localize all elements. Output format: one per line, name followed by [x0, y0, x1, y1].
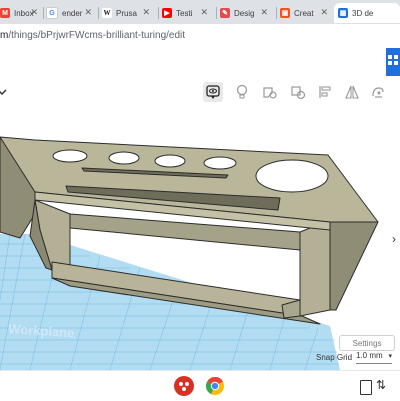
close-icon[interactable]: ✕: [84, 7, 92, 18]
design-toolbar: [0, 78, 400, 108]
lightbulb-icon[interactable]: [232, 82, 252, 102]
tab-testi[interactable]: ▶ Testi ✕: [162, 3, 212, 23]
tab-prusa[interactable]: W Prusa ✕: [102, 3, 154, 23]
tab-label: Creat: [294, 8, 314, 18]
chevron-down-icon: ▾: [388, 353, 392, 360]
scene-3d[interactable]: Workplane: [0, 108, 400, 370]
tab-separator: [216, 7, 217, 19]
snap-grid-select[interactable]: 1.0 mm ▾: [356, 351, 392, 364]
tab-label: 3D de: [352, 8, 374, 18]
grid-cell: [388, 61, 392, 65]
chevron-right-icon[interactable]: ›: [392, 232, 396, 246]
design-icon: ✎: [220, 8, 230, 18]
close-icon[interactable]: ✕: [30, 7, 38, 18]
snap-grid-label: Snap Grid: [316, 353, 353, 362]
app-launcher-icon[interactable]: [174, 376, 194, 396]
align-icon[interactable]: [315, 82, 335, 102]
tab-separator: [158, 7, 159, 19]
tab-label: ender: [62, 8, 83, 18]
tab-separator: [276, 7, 277, 19]
youtube-icon: ▶: [162, 8, 172, 18]
design-grid-button[interactable]: [386, 48, 400, 76]
close-icon[interactable]: ✕: [320, 7, 328, 18]
tinkercad-icon: ▦: [338, 8, 348, 18]
tab-label: Desig: [234, 8, 255, 18]
url-path: /things/bPrjwrFWcms-brilliant-turing/edi…: [8, 30, 186, 41]
close-icon[interactable]: ✕: [260, 7, 268, 18]
tab-separator: [98, 7, 99, 19]
chevron-down-icon[interactable]: [0, 82, 12, 102]
cruise-icon[interactable]: [368, 82, 388, 102]
wikipedia-icon: W: [102, 8, 112, 18]
grid-cell: [394, 61, 398, 65]
document-icon[interactable]: [360, 380, 372, 395]
os-taskbar: ⇅: [0, 370, 400, 401]
tab-label: Testi: [176, 8, 193, 18]
google-icon: G: [46, 7, 58, 19]
shape-group-icon[interactable]: [260, 82, 280, 102]
mail-icon: M: [0, 8, 10, 18]
tab-inbox[interactable]: M Inbox ✕: [0, 3, 42, 23]
status-tray-icon[interactable]: ⇅: [376, 378, 392, 394]
address-bar[interactable]: m/things/bPrjwrFWcms-brilliant-turing/ed…: [0, 24, 400, 48]
design-canvas[interactable]: Workplane › Settings Snap Grid 1.0 mm ▾: [0, 108, 400, 370]
settings-button[interactable]: Settings: [339, 335, 395, 351]
tab-3d-design[interactable]: ▦ 3D de: [334, 3, 400, 23]
tab-ender[interactable]: G ender ✕: [46, 3, 96, 23]
ungroup-icon[interactable]: [288, 82, 308, 102]
eye-note-icon[interactable]: [203, 82, 223, 102]
close-icon[interactable]: ✕: [200, 7, 208, 18]
app-header: [0, 48, 400, 79]
grid-cell: [394, 55, 398, 59]
tab-label: Prusa: [116, 8, 137, 18]
browser-tab-strip: M Inbox ✕ G ender ✕ W Prusa ✕ ▶ Testi ✕ …: [0, 0, 400, 24]
snap-grid-value: 1.0 mm: [356, 351, 383, 360]
create-icon: ▣: [280, 8, 290, 18]
tab-creat[interactable]: ▣ Creat ✕: [280, 3, 332, 23]
chrome-icon[interactable]: [205, 376, 225, 396]
close-icon[interactable]: ✕: [142, 7, 150, 18]
grid-cell: [388, 55, 392, 59]
tab-desig[interactable]: ✎ Desig ✕: [220, 3, 272, 23]
url-text[interactable]: m/things/bPrjwrFWcms-brilliant-turing/ed…: [0, 30, 185, 41]
tab-separator: [43, 7, 44, 19]
mirror-icon[interactable]: [342, 82, 362, 102]
